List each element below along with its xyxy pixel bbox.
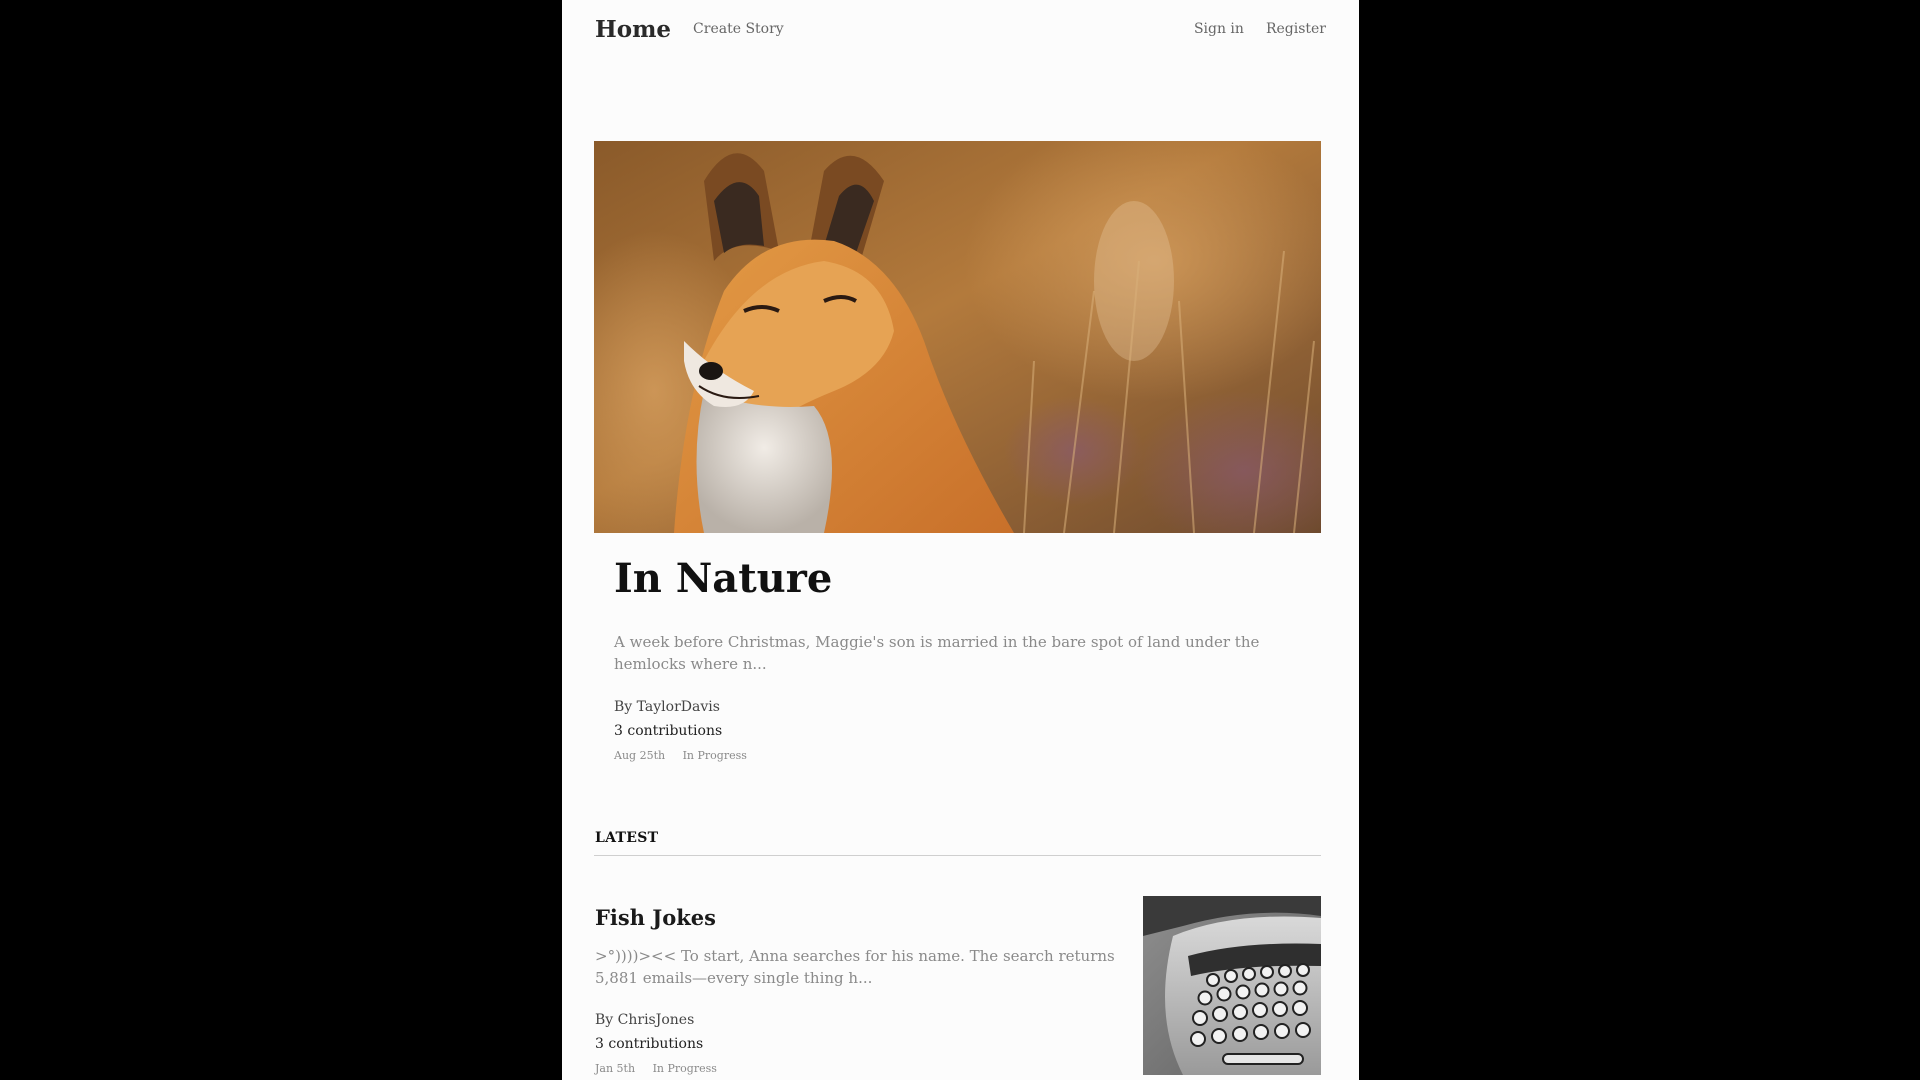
byline-prefix: By xyxy=(614,699,633,715)
story-excerpt: >°))))><< To start, Anna searches for hi… xyxy=(595,947,1115,987)
featured-story-byline: By TaylorDavis xyxy=(614,698,720,716)
register-link[interactable]: Register xyxy=(1266,21,1326,37)
section-divider xyxy=(594,855,1321,856)
story-title[interactable]: Fish Jokes xyxy=(595,904,716,932)
story-byline: By ChrisJones xyxy=(595,1011,694,1029)
featured-story-image[interactable] xyxy=(594,141,1321,533)
featured-story-excerpt: A week before Christmas, Maggie's son is… xyxy=(614,633,1260,673)
featured-contributions: 3 contributions xyxy=(614,723,723,739)
typewriter-image xyxy=(1143,896,1321,1075)
featured-story-date: Aug 25th xyxy=(614,749,666,762)
create-story-link[interactable]: Create Story xyxy=(693,21,784,37)
featured-story-title[interactable]: In Nature xyxy=(614,553,832,605)
top-navigation: Home Create Story Sign in Register xyxy=(595,10,1326,48)
story-contributions: 3 contributions xyxy=(595,1036,704,1052)
featured-author-link[interactable]: TaylorDavis xyxy=(637,699,720,715)
story-date: Jan 5th xyxy=(595,1062,636,1075)
byline-prefix: By xyxy=(595,1012,614,1028)
fox-image xyxy=(594,141,1321,533)
featured-story-status: In Progress xyxy=(682,749,747,762)
story-meta: Jan 5th In Progress xyxy=(595,1062,717,1076)
story-thumbnail[interactable] xyxy=(1143,896,1321,1075)
story-status: In Progress xyxy=(652,1062,717,1075)
home-link[interactable]: Home xyxy=(595,16,671,43)
latest-section-label: LATEST xyxy=(595,830,659,846)
sign-in-link[interactable]: Sign in xyxy=(1194,21,1244,37)
story-author-link[interactable]: ChrisJones xyxy=(618,1012,695,1028)
page-content: Home Create Story Sign in Register In Na… xyxy=(562,0,1359,1080)
featured-story-meta: Aug 25th In Progress xyxy=(614,749,747,763)
